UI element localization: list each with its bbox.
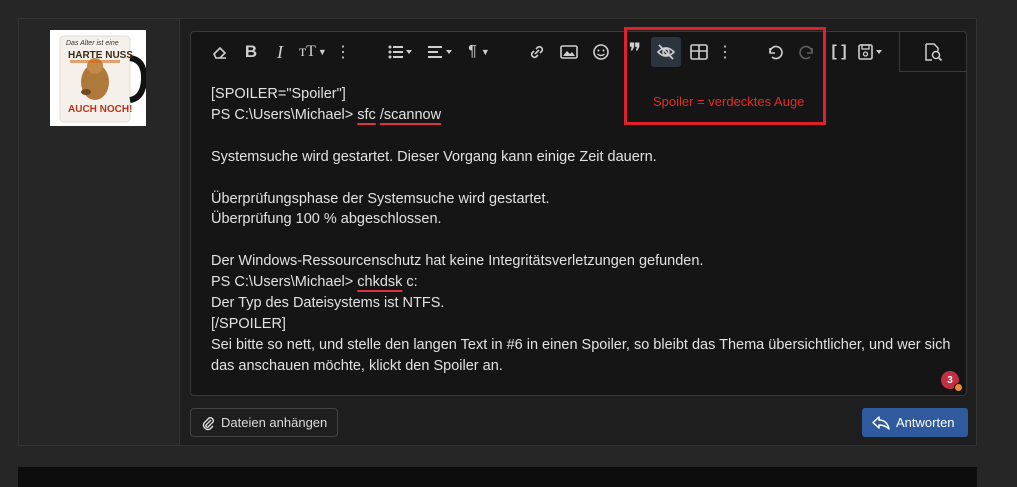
user-column: Das Alter ist eine HARTE NUSS AUCH NOCH! bbox=[19, 19, 180, 445]
smiley-icon[interactable] bbox=[589, 37, 613, 67]
rich-text-editor[interactable]: B I тT ▼ ⋮ ¶ ▼ ❞ ⋮ [] [SPOILER="Spoiler… bbox=[190, 31, 967, 396]
annotation-text: Spoiler = verdecktes Auge bbox=[653, 94, 805, 109]
avatar-line-3: AUCH NOCH! bbox=[68, 104, 133, 115]
text-line: PS C:\Users\Michael> chkdsk c: bbox=[211, 272, 951, 293]
text-line: Systemsuche wird gestartet. Dieser Vorga… bbox=[211, 148, 657, 165]
italic-icon[interactable]: I bbox=[269, 37, 291, 67]
attach-files-button[interactable]: Dateien anhängen bbox=[190, 408, 338, 437]
editor-toolbar: B I тT ▼ ⋮ ¶ ▼ ❞ ⋮ [] bbox=[191, 32, 966, 72]
link-icon[interactable] bbox=[525, 37, 549, 67]
text-line: Der Windows-Ressourcenschutz hat keine I… bbox=[211, 253, 704, 270]
attach-files-label: Dateien anhängen bbox=[221, 415, 328, 430]
text-line: Überprüfung 100 % abgeschlossen. bbox=[211, 211, 442, 228]
bbcode-icon[interactable]: [ ] bbox=[827, 37, 851, 67]
reply-button[interactable]: Antworten bbox=[862, 408, 968, 437]
list-icon[interactable] bbox=[385, 37, 417, 67]
text-line: Überprüfungsphase der Systemsuche wird g… bbox=[211, 190, 550, 207]
avatar-line-1: Das Alter ist eine bbox=[66, 40, 119, 47]
text-line: Der Typ des Dateisystems ist NTFS. bbox=[211, 295, 445, 312]
text-line: Sei bitte so nett, und stelle den langen… bbox=[211, 336, 951, 374]
image-icon[interactable] bbox=[557, 37, 581, 67]
text-line: [SPOILER="Spoiler"] bbox=[211, 86, 346, 102]
paragraph-icon[interactable]: ¶ ▼ bbox=[463, 37, 495, 67]
reply-label: Antworten bbox=[896, 415, 955, 430]
bold-icon[interactable]: B bbox=[239, 37, 263, 67]
spellcheck-word[interactable]: /scannow bbox=[380, 107, 441, 123]
save-draft-icon[interactable] bbox=[855, 37, 887, 67]
align-icon[interactable] bbox=[425, 37, 457, 67]
text-line bbox=[211, 168, 951, 189]
paperclip-icon bbox=[202, 416, 214, 430]
text-line bbox=[211, 126, 951, 147]
prompt-text: PS C:\Users\Michael> bbox=[211, 274, 358, 291]
spellcheck-word[interactable]: chkdsk bbox=[357, 274, 402, 290]
post-container: Das Alter ist eine HARTE NUSS AUCH NOCH!… bbox=[18, 18, 977, 446]
avatar-line-2: HARTE NUSS bbox=[68, 50, 134, 61]
next-post-edge bbox=[18, 467, 977, 487]
text-line: [/SPOILER] bbox=[211, 315, 286, 332]
prompt-text: PS C:\Users\Michael> bbox=[211, 106, 358, 123]
text-line: PS C:\Users\Michael> sfc /scannow bbox=[211, 105, 951, 126]
editor-content[interactable]: [SPOILER="Spoiler"] PS C:\Users\Michael>… bbox=[211, 84, 951, 377]
text-line bbox=[211, 230, 951, 251]
annotation-highlight-box bbox=[624, 27, 826, 125]
status-dot bbox=[954, 383, 963, 392]
eraser-icon[interactable] bbox=[207, 37, 233, 67]
reply-icon bbox=[872, 415, 890, 430]
spellcheck-word[interactable]: sfc bbox=[357, 107, 376, 123]
text-size-icon[interactable]: тT ▼ bbox=[295, 37, 331, 67]
cmd-arg: c: bbox=[402, 274, 418, 291]
more-icon[interactable]: ⋮ bbox=[335, 37, 351, 67]
preview-icon[interactable] bbox=[920, 37, 946, 67]
avatar[interactable]: Das Alter ist eine HARTE NUSS AUCH NOCH! bbox=[50, 30, 146, 126]
preview-toggle[interactable] bbox=[899, 32, 966, 72]
